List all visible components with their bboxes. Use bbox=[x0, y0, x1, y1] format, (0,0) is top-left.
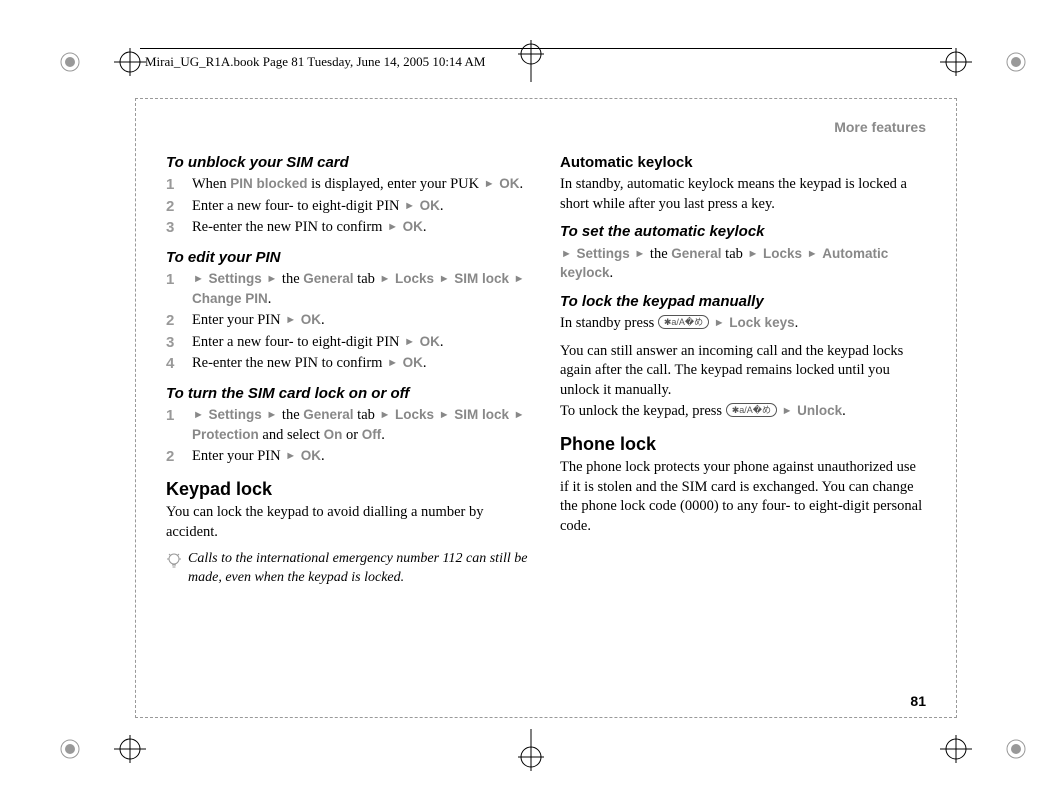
heading-set-auto-keylock: To set the automatic keylock bbox=[560, 222, 926, 242]
arrow-icon: ► bbox=[192, 273, 205, 285]
arrow-icon: ► bbox=[386, 221, 399, 233]
crop-mark-bottom-left bbox=[58, 729, 148, 774]
arrow-icon: ► bbox=[386, 357, 399, 369]
step: Enter a new four- to eight-digit PIN ► O… bbox=[166, 197, 532, 217]
step: Enter your PIN ► OK. bbox=[166, 311, 532, 331]
arrow-icon: ► bbox=[633, 248, 646, 260]
step: When PIN blocked is displayed, enter you… bbox=[166, 175, 532, 195]
star-key-icon: ✱a/A�め bbox=[726, 403, 777, 417]
lightbulb-icon bbox=[166, 550, 182, 586]
heading-lock-keypad-manual: To lock the keypad manually bbox=[560, 292, 926, 312]
header-rule bbox=[140, 48, 952, 49]
paragraph: To unlock the keypad, press ✱a/A�め ► Unl… bbox=[560, 402, 926, 422]
arrow-icon: ► bbox=[560, 248, 573, 260]
crop-mark-top-left bbox=[58, 42, 148, 87]
paragraph: You can still answer an incoming call an… bbox=[560, 342, 926, 401]
steps-unblock-sim: When PIN blocked is displayed, enter you… bbox=[166, 175, 532, 238]
paragraph: In standby press ✱a/A�め ► Lock keys. bbox=[560, 314, 926, 334]
paragraph: In standby, automatic keylock means the … bbox=[560, 175, 926, 214]
arrow-icon: ► bbox=[265, 409, 278, 421]
step: Enter your PIN ► OK. bbox=[166, 447, 532, 467]
steps-sim-onoff: ► Settings ► the General tab ► Locks ► S… bbox=[166, 406, 532, 467]
step: Re-enter the new PIN to confirm ► OK. bbox=[166, 218, 532, 238]
page-frame: More features To unblock your SIM card W… bbox=[135, 98, 957, 718]
arrow-icon: ► bbox=[438, 409, 451, 421]
arrow-icon: ► bbox=[265, 273, 278, 285]
tip-block: Calls to the international emergency num… bbox=[166, 550, 532, 586]
step: Enter a new four- to eight-digit PIN ► O… bbox=[166, 333, 532, 353]
arrow-icon: ► bbox=[379, 273, 392, 285]
heading-auto-keylock: Automatic keylock bbox=[560, 153, 926, 173]
crop-mark-top-center bbox=[518, 36, 544, 89]
heading-sim-lock-onoff: To turn the SIM card lock on or off bbox=[166, 384, 532, 404]
crop-mark-bottom-right bbox=[938, 729, 1028, 774]
heading-edit-pin: To edit your PIN bbox=[166, 248, 532, 268]
heading-keypad-lock: Keypad lock bbox=[166, 477, 532, 501]
menu-path: ► Settings ► the General tab ► Locks ► A… bbox=[560, 245, 926, 284]
step: ► Settings ► the General tab ► Locks ► S… bbox=[166, 270, 532, 309]
arrow-icon: ► bbox=[483, 178, 496, 190]
steps-edit-pin: ► Settings ► the General tab ► Locks ► S… bbox=[166, 270, 532, 374]
arrow-icon: ► bbox=[513, 273, 526, 285]
section-title: More features bbox=[166, 119, 926, 135]
paragraph: The phone lock protects your phone again… bbox=[560, 458, 926, 536]
heading-unblock-sim: To unblock your SIM card bbox=[166, 153, 532, 173]
arrow-icon: ► bbox=[379, 409, 392, 421]
right-column: Automatic keylock In standby, automatic … bbox=[560, 149, 926, 587]
step: Re-enter the new PIN to confirm ► OK. bbox=[166, 354, 532, 374]
arrow-icon: ► bbox=[747, 248, 760, 260]
arrow-icon: ► bbox=[284, 314, 297, 326]
page-number: 81 bbox=[910, 693, 926, 709]
arrow-icon: ► bbox=[192, 409, 205, 421]
arrow-icon: ► bbox=[284, 450, 297, 462]
arrow-icon: ► bbox=[781, 405, 794, 417]
crop-mark-bottom-center bbox=[518, 727, 544, 780]
running-header: Mirai_UG_R1A.book Page 81 Tuesday, June … bbox=[145, 54, 485, 70]
heading-phone-lock: Phone lock bbox=[560, 432, 926, 456]
arrow-icon: ► bbox=[438, 273, 451, 285]
step: ► Settings ► the General tab ► Locks ► S… bbox=[166, 406, 532, 445]
paragraph: You can lock the keypad to avoid diallin… bbox=[166, 503, 532, 542]
tip-text: Calls to the international emergency num… bbox=[188, 550, 532, 586]
arrow-icon: ► bbox=[713, 317, 726, 329]
arrow-icon: ► bbox=[806, 248, 819, 260]
arrow-icon: ► bbox=[513, 409, 526, 421]
arrow-icon: ► bbox=[403, 200, 416, 212]
arrow-icon: ► bbox=[403, 336, 416, 348]
left-column: To unblock your SIM card When PIN blocke… bbox=[166, 149, 532, 587]
star-key-icon: ✱a/A�め bbox=[658, 315, 709, 329]
